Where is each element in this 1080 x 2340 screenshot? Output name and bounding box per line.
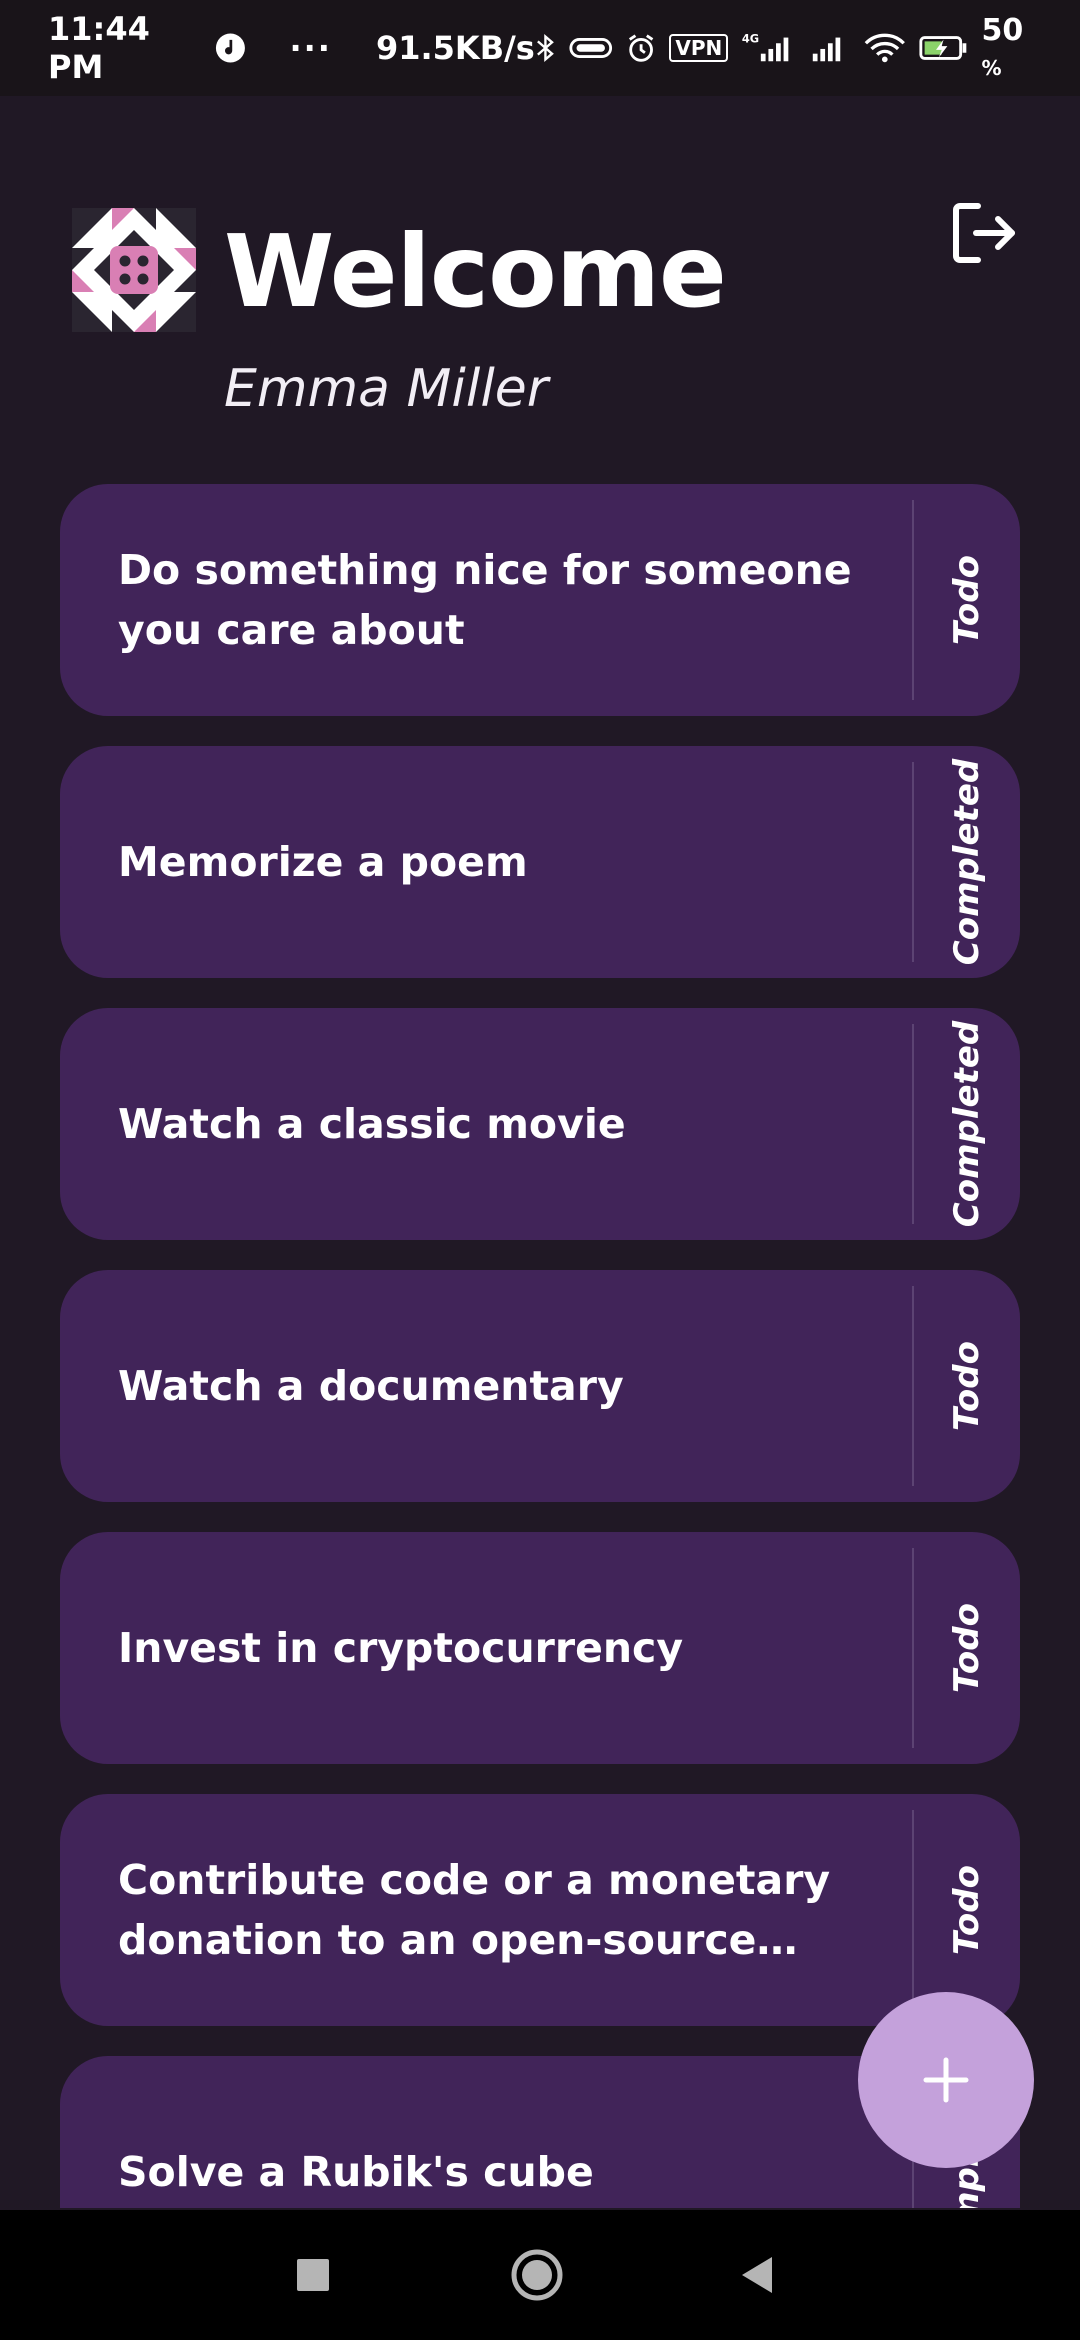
logout-button[interactable] [948,196,1022,270]
task-title: Watch a documentary [118,1362,624,1410]
battery-unit: % [981,56,1002,80]
task-title-wrap: Watch a documentary [118,1270,918,1502]
navigation-bar [0,2210,1080,2340]
task-title: Do something nice for someone you care a… [118,546,852,654]
circle-home-icon [511,2249,563,2301]
task-status-badge[interactable]: Todo [914,1270,1020,1502]
music-note-icon [215,33,245,63]
cellular-signal-icon [812,37,841,62]
alarm-icon [629,34,654,62]
status-right: VPN 4G 50 % [535,13,1050,83]
task-title-wrap: Invest in cryptocurrency [118,1532,918,1764]
triangle-back-icon [742,2257,772,2293]
task-status: Todo [947,555,987,645]
task-status-badge[interactable]: Todo [914,1794,1020,2026]
task-title-wrap: Watch a classic movie [118,1008,918,1240]
task-title: Contribute code or a monetary donation t… [118,1856,831,1964]
task-status: Todo [947,1341,987,1431]
svg-text:4G: 4G [742,31,759,45]
status-more-dots: ··· [289,29,332,67]
task-status: Todo [947,1865,987,1955]
plus-icon [923,2057,969,2103]
task-title-wrap: Contribute code or a monetary donation t… [118,1794,918,2026]
user-name: Emma Miller [224,359,549,419]
bluetooth-icon [536,34,554,62]
task-card[interactable]: Memorize a poem Completed [60,746,1020,978]
task-list[interactable]: Do something nice for someone you care a… [60,484,1020,2208]
status-bar: 11:44 PM ··· 91.5KB/s VPN 4G 50 % [0,0,1080,96]
task-card[interactable]: Watch a documentary Todo [60,1270,1020,1502]
battery-percent: 50 % [982,13,1050,83]
task-status: Completed [947,758,988,966]
task-status-badge[interactable]: Completed [914,1008,1020,1240]
status-time: 11:44 PM [48,10,150,86]
screen: 11:44 PM ··· 91.5KB/s VPN 4G 50 % Welcom… [0,0,1080,2340]
logout-icon [953,203,1015,263]
task-card[interactable]: Do something nice for someone you care a… [60,484,1020,716]
back-button[interactable] [692,2210,822,2340]
task-status-badge[interactable]: Todo [914,1532,1020,1764]
task-title-wrap: Memorize a poem [118,746,918,978]
task-card[interactable]: Invest in cryptocurrency Todo [60,1532,1020,1764]
task-status-badge[interactable]: Completed [914,746,1020,978]
add-task-button[interactable] [858,1992,1034,2168]
task-title: Invest in cryptocurrency [118,1624,684,1672]
battery-charging-icon [919,36,967,60]
status-left: 11:44 PM ··· 91.5KB/s [48,10,535,86]
home-button[interactable] [472,2210,602,2340]
battery-value: 50 [981,13,1024,48]
task-status-badge[interactable]: Todo [914,484,1020,716]
task-title-wrap: Do something nice for someone you care a… [118,484,918,716]
task-card[interactable]: Contribute code or a monetary donation t… [60,1794,1020,2026]
square-recents-icon [297,2259,329,2291]
welcome-title: Welcome [224,213,727,330]
task-title-wrap: Solve a Rubik's cube [118,2056,918,2208]
task-status: Completed [947,1020,988,1228]
task-title: Solve a Rubik's cube [118,2148,594,2196]
task-card[interactable]: Watch a classic movie Completed [60,1008,1020,1240]
cellular-signal-4g-icon: 4G [742,31,789,62]
wifi-icon [864,33,905,63]
recents-button[interactable] [248,2210,378,2340]
vpn-badge: VPN [669,34,729,62]
task-status: Todo [947,1603,987,1693]
vibrate-icon [569,38,612,58]
status-speed: 91.5KB/s [375,29,535,67]
task-title: Watch a classic movie [118,1100,626,1148]
dice-quilt-logo-icon [72,208,196,332]
task-title: Memorize a poem [118,838,528,886]
